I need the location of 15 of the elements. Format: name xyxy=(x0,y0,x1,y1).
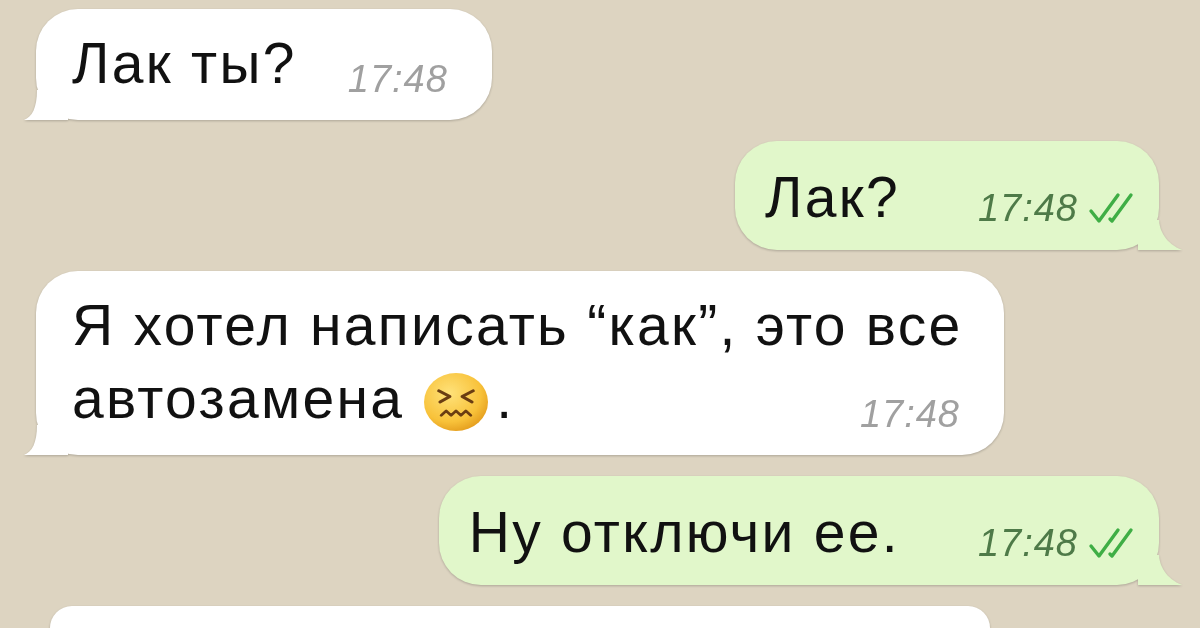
bubble-tail xyxy=(1138,220,1182,250)
message-text: Ну отключи ее. xyxy=(468,500,900,564)
bubble-tail xyxy=(1138,555,1182,585)
message-time: 17:48 xyxy=(977,524,1078,562)
bubble-tail xyxy=(24,90,68,120)
message-text: Лак? xyxy=(764,165,900,229)
message-time: 17:48 xyxy=(347,60,448,98)
message-text: автозамена xyxy=(72,366,405,430)
message-time: 17:48 xyxy=(977,189,1078,227)
message-text: Лак ты? xyxy=(72,31,297,95)
bubble-tail xyxy=(24,425,68,455)
message-text: Я хотел написать “как”, это все xyxy=(72,293,963,357)
message-text: . xyxy=(496,366,515,430)
message-time: 17:48 xyxy=(859,395,960,433)
confounded-face-icon xyxy=(424,373,489,431)
